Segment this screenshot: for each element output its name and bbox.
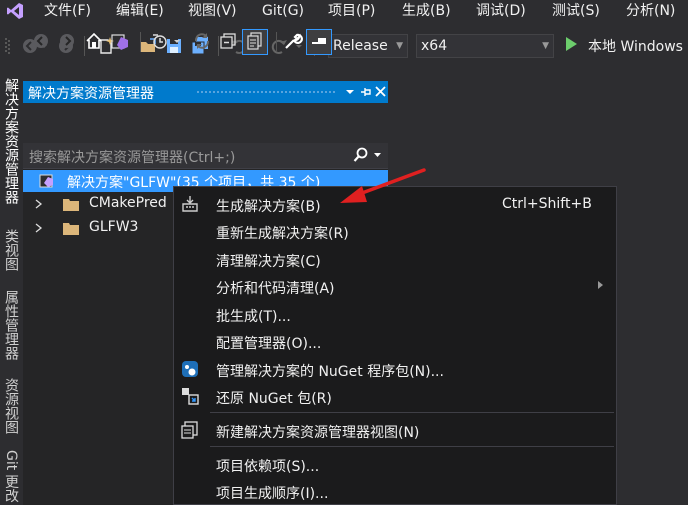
- collapse-all-icon[interactable]: [218, 31, 238, 51]
- start-debugging-icon[interactable]: [566, 37, 577, 51]
- menu-separator: [210, 412, 614, 413]
- visual-studio-logo-icon[interactable]: [6, 2, 24, 20]
- menu-separator: [210, 446, 614, 447]
- filter-dropdown-icon[interactable]: [172, 31, 182, 51]
- properties-wrench-icon[interactable]: [283, 31, 303, 51]
- toolbar-separator: [140, 32, 141, 52]
- annotation-arrow-icon: [340, 168, 426, 203]
- show-all-files-icon: [247, 32, 262, 50]
- menu-item-new-explorer-view[interactable]: 新建解决方案资源管理器视图(N): [216, 422, 419, 442]
- switch-views-icon[interactable]: [110, 31, 130, 51]
- submenu-arrow-icon: [598, 281, 603, 289]
- menu-item-restore-nuget[interactable]: 还原 NuGet 包(R): [216, 388, 332, 408]
- menu-analyze[interactable]: 分析(N): [626, 2, 675, 20]
- chevron-down-icon: ▼: [396, 41, 403, 51]
- menu-item-batch-build[interactable]: 批生成(T)...: [216, 306, 291, 326]
- shortcut-build-solution: Ctrl+Shift+B: [502, 196, 592, 212]
- expand-arrow-icon[interactable]: [35, 223, 43, 233]
- pending-changes-filter-icon[interactable]: [150, 31, 170, 51]
- chevron-down-icon: ▼: [542, 41, 549, 51]
- menu-debug[interactable]: 调试(D): [476, 2, 526, 20]
- folder-icon: [63, 223, 79, 235]
- titlebar-grip[interactable]: [196, 90, 336, 95]
- platform-dropdown[interactable]: x64 ▼: [416, 34, 554, 58]
- side-tab-solution-explorer[interactable]: 解决方案资源管理器: [2, 78, 20, 204]
- menu-item-build-solution[interactable]: 生成解决方案(B): [216, 196, 321, 216]
- back-icon[interactable]: [31, 31, 51, 51]
- menu-item-project-dependencies[interactable]: 项目依赖项(S)...: [216, 456, 319, 476]
- project-node-glfw3[interactable]: GLFW3: [89, 219, 138, 235]
- platform-value: x64: [421, 38, 448, 54]
- menu-item-manage-nuget[interactable]: 管理解决方案的 NuGet 程序包(N)...: [216, 361, 444, 381]
- menu-item-project-build-order[interactable]: 项目生成顺序(I)...: [216, 483, 328, 503]
- expand-arrow-icon[interactable]: [35, 199, 43, 209]
- search-input[interactable]: 搜索解决方案资源管理器(Ctrl+;): [29, 147, 235, 167]
- menu-bar: 文件(F) 编辑(E) 视图(V) Git(G) 项目(P) 生成(B) 调试(…: [0, 0, 688, 22]
- start-debugging-label[interactable]: 本地 Windows: [588, 36, 683, 56]
- toolbar-grip-icon: [5, 38, 10, 54]
- menu-view[interactable]: 视图(V): [188, 2, 237, 20]
- search-options-dropdown-icon[interactable]: [373, 151, 382, 160]
- side-tab-property-manager[interactable]: 属性管理器: [2, 290, 20, 360]
- configuration-dropdown[interactable]: Release ▼: [328, 34, 408, 58]
- solution-icon: [39, 174, 53, 188]
- nuget-icon: [182, 361, 198, 377]
- search-icon[interactable]: [353, 147, 369, 163]
- project-node-cmakepred[interactable]: CMakePred: [89, 195, 167, 211]
- close-icon[interactable]: [375, 86, 386, 97]
- menu-item-clean-solution[interactable]: 清理解决方案(C): [216, 251, 321, 271]
- preview-selected-items-icon: [312, 38, 326, 44]
- solution-explorer-toolbar: [23, 103, 388, 143]
- panel-title: 解决方案资源管理器: [28, 86, 154, 102]
- folder-icon: [63, 199, 79, 211]
- menu-file[interactable]: 文件(F): [44, 2, 91, 20]
- side-tab-class-view[interactable]: 类视图: [2, 229, 20, 271]
- solution-explorer-titlebar: 解决方案资源管理器: [23, 81, 388, 103]
- side-tab-resource-view[interactable]: 资源视图: [2, 378, 20, 434]
- toolbar-separator: [276, 32, 277, 52]
- menu-item-analyze-and-cleanup[interactable]: 分析和代码清理(A): [216, 278, 335, 298]
- menu-build[interactable]: 生成(B): [402, 2, 451, 20]
- menu-git[interactable]: Git(G): [262, 2, 304, 20]
- sync-icon[interactable]: [192, 31, 212, 51]
- configuration-value: Release: [333, 38, 388, 54]
- side-tab-git-changes[interactable]: Git 更改: [2, 450, 20, 503]
- new-view-icon: [181, 421, 198, 439]
- menu-item-rebuild-solution[interactable]: 重新生成解决方案(R): [216, 223, 349, 243]
- menu-edit[interactable]: 编辑(E): [116, 2, 164, 20]
- forward-icon[interactable]: [57, 31, 77, 51]
- menu-project[interactable]: 项目(P): [328, 2, 375, 20]
- menu-item-configuration-manager[interactable]: 配置管理器(O)...: [216, 333, 321, 353]
- menu-test[interactable]: 测试(S): [552, 2, 600, 20]
- home-icon[interactable]: [84, 31, 104, 51]
- restore-package-icon: [182, 388, 199, 405]
- pin-icon[interactable]: [359, 85, 373, 99]
- build-solution-icon: [182, 196, 198, 212]
- window-position-dropdown-icon[interactable]: [345, 87, 355, 97]
